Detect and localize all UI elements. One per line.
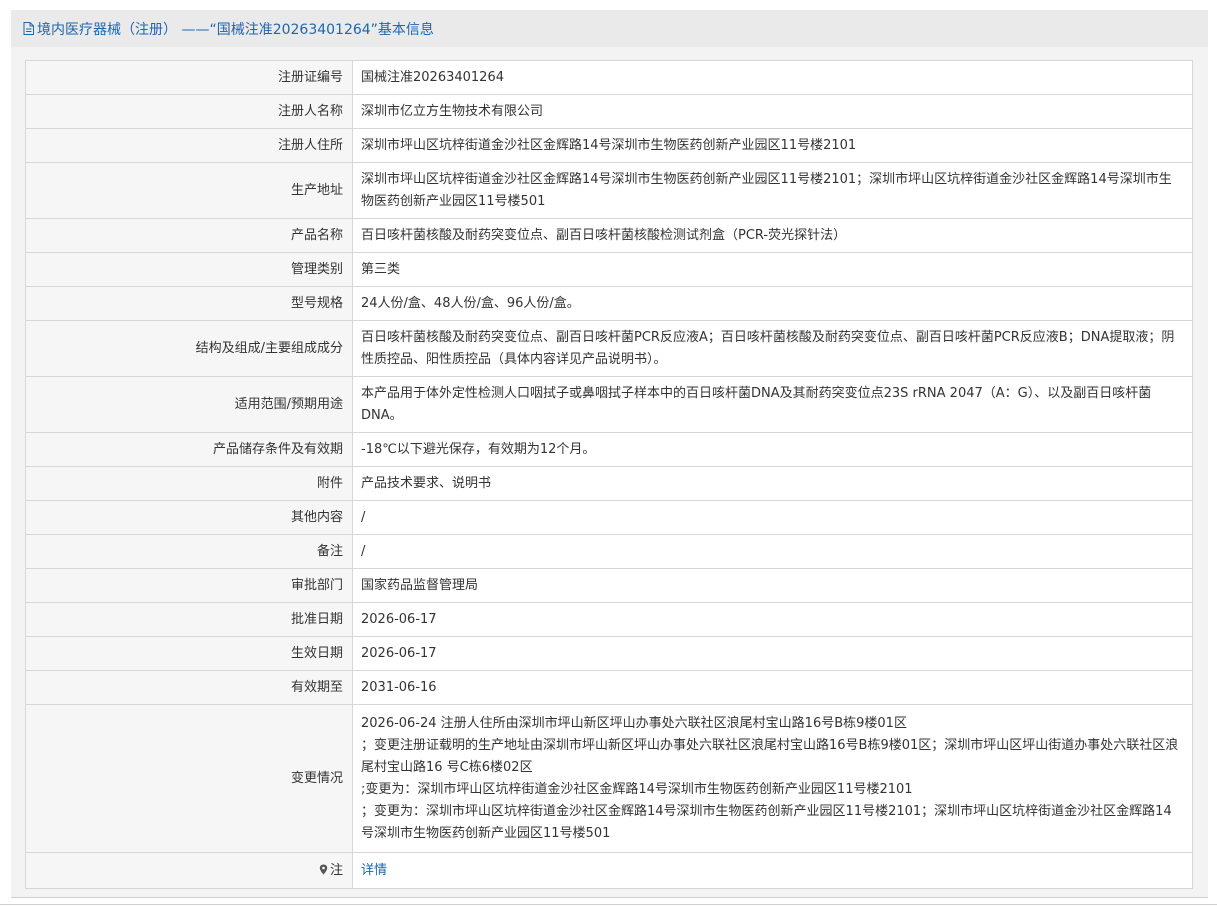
table-row: 型号规格 24人份/盒、48人份/盒、96人份/盒。 [25, 286, 1193, 321]
row-label: 批准日期 [25, 602, 353, 637]
row-value: 深圳市坪山区坑梓街道金沙社区金辉路14号深圳市生物医药创新产业园区11号楼210… [352, 162, 1193, 219]
header-bar: 境内医疗器械（注册） ——“国械注准20263401264”基本信息 [11, 10, 1208, 47]
table-row-note: 注 详情 [25, 852, 1193, 889]
row-label: 产品名称 [25, 218, 353, 253]
changes-value: 2026-06-24 注册人住所由深圳市坪山新区坪山办事处六联社区浪尾村宝山路1… [352, 704, 1193, 853]
page-title: 境内医疗器械（注册） ——“国械注准20263401264”基本信息 [23, 19, 434, 39]
table-row: 产品名称 百日咳杆菌核酸及耐药突变位点、副百日咳杆菌核酸检测试剂盒（PCR-荧光… [25, 218, 1193, 253]
note-label: 注 [329, 862, 343, 878]
row-label: 注册人名称 [25, 94, 353, 129]
row-label: 其他内容 [25, 500, 353, 535]
row-value: 产品技术要求、说明书 [352, 466, 1193, 501]
row-label: 备注 [25, 534, 353, 569]
details-link[interactable]: 详情 [361, 863, 387, 878]
row-value: 24人份/盒、48人份/盒、96人份/盒。 [352, 286, 1193, 321]
row-label: 生产地址 [25, 162, 353, 219]
change-line: ;变更为：深圳市坪山区坑梓街道金沙社区金辉路14号深圳市生物医药创新产业园区11… [361, 781, 913, 797]
row-value: 第三类 [352, 252, 1193, 287]
note-value: 详情 [352, 852, 1193, 889]
table-row: 注册人住所 深圳市坪山区坑梓街道金沙社区金辉路14号深圳市生物医药创新产业园区1… [25, 128, 1193, 163]
table-row: 注册证编号 国械注准20263401264 [25, 60, 1193, 95]
row-label: 注册人住所 [25, 128, 353, 163]
row-value: 本产品用于体外定性检测人口咽拭子或鼻咽拭子样本中的百日咳杆菌DNA及其耐药突变位… [352, 376, 1193, 433]
table-row: 其他内容 / [25, 500, 1193, 535]
table-row: 管理类别 第三类 [25, 252, 1193, 287]
document-icon [23, 22, 34, 35]
change-line: 2026-06-24 注册人住所由深圳市坪山新区坪山办事处六联社区浪尾村宝山路1… [361, 715, 907, 731]
pin-icon [319, 864, 328, 874]
row-label: 结构及组成/主要组成成分 [25, 320, 353, 377]
table-row-changes: 变更情况 2026-06-24 注册人住所由深圳市坪山新区坪山办事处六联社区浪尾… [25, 704, 1193, 853]
table-row: 生产地址 深圳市坪山区坑梓街道金沙社区金辉路14号深圳市生物医药创新产业园区11… [25, 162, 1193, 219]
table-row: 审批部门 国家药品监督管理局 [25, 568, 1193, 603]
row-label: 管理类别 [25, 252, 353, 287]
row-value: / [352, 500, 1193, 535]
changes-label: 变更情况 [25, 704, 353, 853]
change-line: ；变更注册证载明的生产地址由深圳市坪山新区坪山办事处六联社区浪尾村宝山路16号B… [361, 737, 1179, 775]
row-value: 百日咳杆菌核酸及耐药突变位点、副百日咳杆菌核酸检测试剂盒（PCR-荧光探针法） [352, 218, 1193, 253]
row-value: 深圳市坪山区坑梓街道金沙社区金辉路14号深圳市生物医药创新产业园区11号楼210… [352, 128, 1193, 163]
table-row: 适用范围/预期用途 本产品用于体外定性检测人口咽拭子或鼻咽拭子样本中的百日咳杆菌… [25, 376, 1193, 433]
row-value: 百日咳杆菌核酸及耐药突变位点、副百日咳杆菌PCR反应液A；百日咳杆菌核酸及耐药突… [352, 320, 1193, 377]
row-label: 型号规格 [25, 286, 353, 321]
page-title-text: 境内医疗器械（注册） ——“国械注准20263401264”基本信息 [37, 21, 434, 38]
change-line: ；变更为：深圳市坪山区坑梓街道金沙社区金辉路14号深圳市生物医药创新产业园区11… [361, 803, 1172, 841]
row-label: 适用范围/预期用途 [25, 376, 353, 433]
note-label-cell: 注 [25, 852, 353, 889]
info-table: 注册证编号 国械注准20263401264 注册人名称 深圳市亿立方生物技术有限… [25, 60, 1193, 889]
row-value: 深圳市亿立方生物技术有限公司 [352, 94, 1193, 129]
row-value: 2031-06-16 [352, 670, 1193, 705]
table-row: 注册人名称 深圳市亿立方生物技术有限公司 [25, 94, 1193, 129]
row-label: 有效期至 [25, 670, 353, 705]
table-row: 有效期至 2031-06-16 [25, 670, 1193, 705]
row-label: 审批部门 [25, 568, 353, 603]
row-label: 注册证编号 [25, 60, 353, 95]
row-label: 生效日期 [25, 636, 353, 671]
bottom-divider [0, 904, 1217, 905]
table-row: 备注 / [25, 534, 1193, 569]
table-row: 批准日期 2026-06-17 [25, 602, 1193, 637]
table-row: 结构及组成/主要组成成分 百日咳杆菌核酸及耐药突变位点、副百日咳杆菌PCR反应液… [25, 320, 1193, 377]
table-row: 生效日期 2026-06-17 [25, 636, 1193, 671]
table-row: 附件 产品技术要求、说明书 [25, 466, 1193, 501]
row-label: 产品储存条件及有效期 [25, 432, 353, 467]
row-label: 附件 [25, 466, 353, 501]
row-value: 2026-06-17 [352, 602, 1193, 637]
row-value: 国家药品监督管理局 [352, 568, 1193, 603]
table-row: 产品储存条件及有效期 -18℃以下避光保存，有效期为12个月。 [25, 432, 1193, 467]
row-value: / [352, 534, 1193, 569]
page: 境内医疗器械（注册） ——“国械注准20263401264”基本信息 注册证编号… [0, 0, 1217, 907]
row-value: 2026-06-17 [352, 636, 1193, 671]
row-value: -18℃以下避光保存，有效期为12个月。 [352, 432, 1193, 467]
info-panel: 注册证编号 国械注准20263401264 注册人名称 深圳市亿立方生物技术有限… [11, 47, 1208, 898]
row-value: 国械注准20263401264 [352, 60, 1193, 95]
